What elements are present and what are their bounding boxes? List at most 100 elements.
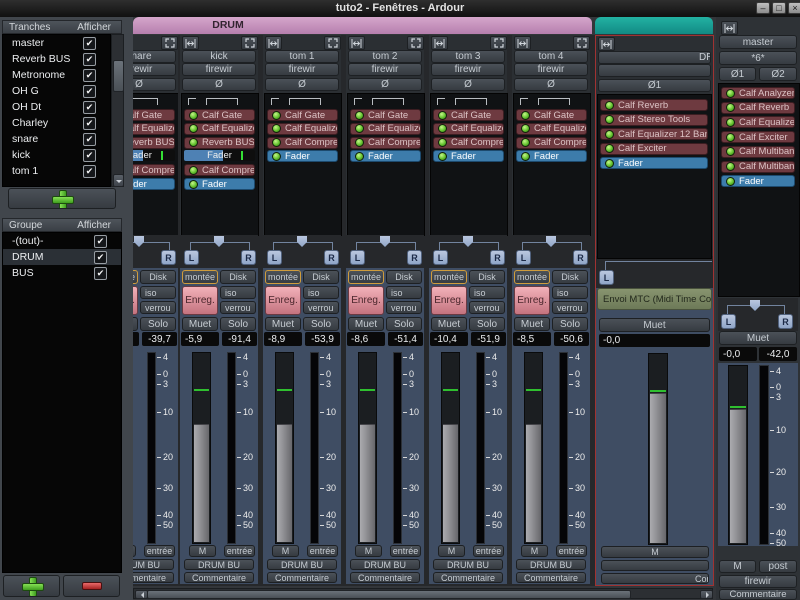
processor-active-led-icon[interactable] — [438, 124, 447, 133]
list-item[interactable]: BUS✔ — [3, 265, 121, 281]
scroll-right-icon[interactable] — [700, 590, 713, 599]
remove-group-button[interactable] — [63, 575, 120, 597]
inline-send-fader[interactable]: Fader — [133, 150, 175, 161]
processor-fader[interactable]: Fader — [350, 150, 421, 162]
list-item[interactable]: -(tout)-✔ — [3, 233, 121, 249]
processor-plugin[interactable]: Calf Gate — [267, 109, 338, 121]
master-gain-display[interactable]: -0,0 — [719, 347, 757, 361]
record-enable-button[interactable]: Enreg. — [431, 286, 467, 315]
strip-phase-button[interactable]: Ø — [348, 78, 422, 91]
strip-output-button[interactable]: firewir — [133, 63, 176, 76]
pan-left-bubble[interactable]: L — [516, 250, 531, 265]
processor-active-led-icon[interactable] — [605, 101, 614, 110]
list-item[interactable]: kick✔ — [3, 147, 110, 163]
visible-checkbox[interactable]: ✔ — [83, 101, 96, 114]
metering-point-button[interactable]: montée — [265, 270, 301, 284]
master-mono-button[interactable]: M — [719, 560, 756, 573]
strip-name-button[interactable]: tom 1 — [265, 50, 339, 63]
pan-right-bubble[interactable]: R — [490, 250, 505, 265]
strip-phase-button[interactable]: Ø1 — [598, 79, 711, 92]
solo-lock-button[interactable]: verrou — [303, 301, 339, 314]
strips-list-scrollbar-thumb[interactable] — [113, 60, 124, 92]
mixer-h-scrollbar-thumb[interactable] — [147, 590, 631, 599]
minimize-button[interactable]: – — [756, 2, 770, 14]
processor-plugin[interactable]: Calf Equalizer 12 Band — [600, 128, 708, 140]
strip-output-button[interactable]: firewir — [265, 63, 339, 76]
expand-strip-icon[interactable] — [161, 36, 178, 50]
gain-display[interactable]: -0,0 — [599, 334, 710, 347]
processor-active-led-icon[interactable] — [189, 111, 198, 120]
input-button[interactable]: entrée — [556, 545, 587, 557]
pan-right-bubble[interactable]: R — [241, 250, 256, 265]
strip-output-button[interactable]: firewir — [348, 63, 422, 76]
strips-list-scrollbar[interactable] — [111, 34, 124, 187]
visible-checkbox[interactable]: ✔ — [83, 133, 96, 146]
pan-left-bubble[interactable]: L — [599, 270, 614, 285]
mono-button[interactable]: M — [521, 545, 548, 557]
maximize-button[interactable]: □ — [772, 2, 786, 14]
strip-phase-button[interactable]: Ø — [182, 78, 256, 91]
solo-lock-button[interactable]: verrou — [469, 301, 505, 314]
list-item[interactable]: Metronome✔ — [3, 67, 110, 83]
visible-checkbox[interactable]: ✔ — [83, 117, 96, 130]
input-button[interactable]: entrée — [473, 545, 504, 557]
processor-plugin[interactable]: Calf Gate — [433, 109, 504, 121]
close-button[interactable]: × — [788, 2, 800, 14]
comment-button[interactable]: Commentaire — [601, 573, 709, 584]
record-enable-button[interactable]: Enreg. — [265, 286, 301, 315]
input-button[interactable]: entrée — [390, 545, 421, 557]
processor-plugin[interactable]: Calf Compressor — [516, 137, 587, 149]
gain-fader[interactable] — [441, 352, 460, 544]
solo-button[interactable]: Solo — [220, 317, 256, 331]
fader-handle[interactable] — [277, 424, 292, 542]
narrow-strip-icon[interactable] — [431, 36, 448, 50]
solo-lock-button[interactable]: verrou — [386, 301, 422, 314]
solo-isolate-button[interactable]: iso — [140, 286, 176, 299]
processor-fader[interactable]: Fader — [721, 175, 795, 187]
strips-list-scroll-down-icon[interactable] — [113, 174, 124, 187]
processor-box[interactable]: Calf GateCalf Equalizer 5Calf Compressor… — [430, 93, 508, 236]
mono-button[interactable]: M — [189, 545, 216, 557]
visible-checkbox[interactable]: ✔ — [83, 149, 96, 162]
processor-active-led-icon[interactable] — [355, 124, 364, 133]
processor-plugin[interactable]: Calf Equalizer 5 — [184, 123, 255, 135]
processor-active-led-icon[interactable] — [605, 115, 614, 124]
strip-phase-button[interactable]: Ø — [133, 78, 176, 91]
group-button[interactable]: DRUM BU — [267, 559, 337, 570]
processor-active-led-icon[interactable] — [189, 180, 198, 189]
metering-point-button[interactable]: montée — [133, 270, 138, 284]
pan-right-bubble[interactable]: R — [324, 250, 339, 265]
peak-display[interactable]: -91,4 — [222, 332, 257, 346]
peak-display[interactable]: -51,4 — [388, 332, 423, 346]
narrow-strip-icon[interactable] — [348, 36, 365, 50]
gain-display[interactable]: -5,9 — [181, 332, 219, 346]
peak-display[interactable]: -51,9 — [471, 332, 506, 346]
master-phase1-button[interactable]: Ø1 — [719, 67, 756, 81]
strip-name-button[interactable]: tom 3 — [431, 50, 505, 63]
fader-handle[interactable] — [526, 424, 541, 542]
group-button[interactable]: DRUM BU — [133, 559, 174, 570]
processor-box[interactable]: Calf GateCalf Equalizer 5Calf Compressor… — [513, 93, 591, 236]
gain-display[interactable] — [133, 332, 139, 346]
processor-fader[interactable]: Fader — [600, 157, 708, 169]
solo-button[interactable]: Solo — [469, 317, 505, 331]
strip-name-button[interactable]: tom 2 — [348, 50, 422, 63]
mute-button[interactable]: Muet — [265, 317, 301, 331]
metering-point-button[interactable]: montée — [514, 270, 550, 284]
processor-active-led-icon[interactable] — [272, 138, 281, 147]
processor-active-led-icon[interactable] — [189, 138, 198, 147]
processor-box[interactable]: Calf GateCalf Equalizer 5Reverb BUSFader… — [133, 93, 178, 236]
gain-display[interactable]: -10,4 — [430, 332, 468, 346]
peak-display[interactable]: -50,6 — [554, 332, 589, 346]
narrow-strip-icon[interactable] — [265, 36, 282, 50]
master-metering-point-button[interactable]: post — [759, 560, 797, 573]
gain-display[interactable]: -8,6 — [347, 332, 385, 346]
pan-right-bubble[interactable]: R — [161, 250, 176, 265]
processor-active-led-icon[interactable] — [189, 124, 198, 133]
list-item[interactable]: OH Dt✔ — [3, 99, 110, 115]
processor-plugin[interactable]: Calf Gate — [133, 109, 175, 121]
strip-output-button[interactable]: firewir — [182, 63, 256, 76]
add-strip-button[interactable] — [8, 188, 116, 209]
list-item[interactable]: snare✔ — [3, 131, 110, 147]
disk-monitor-button[interactable]: Disk — [469, 270, 505, 284]
